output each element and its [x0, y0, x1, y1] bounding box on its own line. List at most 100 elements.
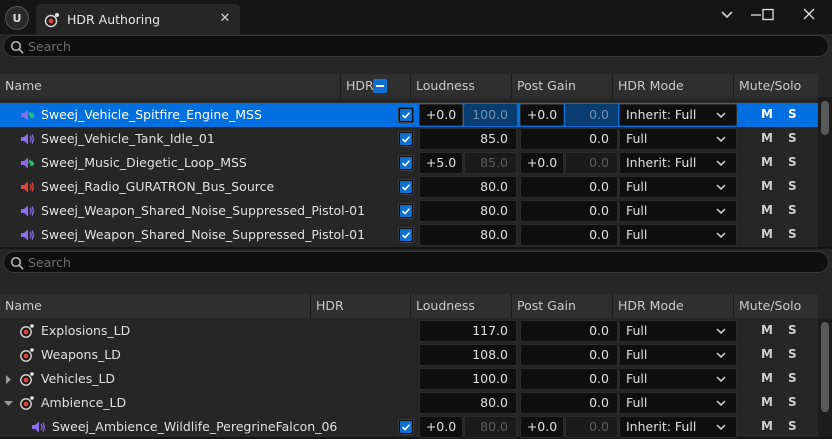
- hdr-mode-dropdown[interactable]: Inherit: Full: [619, 152, 737, 174]
- table-row[interactable]: Sweej_Ambience_Wildlife_PeregrineFalcon_…: [0, 415, 818, 439]
- loudness-field[interactable]: 80.0: [464, 416, 517, 438]
- post-gain-field[interactable]: 0.0: [520, 224, 618, 246]
- column-hdr-mode[interactable]: HDR Mode: [612, 74, 733, 98]
- table-row[interactable]: Sweej_Weapon_Shared_Noise_Suppressed_Pis…: [0, 223, 818, 247]
- bottom-scrollbar-thumb[interactable]: [821, 322, 829, 412]
- solo-button[interactable]: S: [788, 371, 797, 385]
- top-scrollbar[interactable]: [818, 97, 832, 247]
- table-row[interactable]: Sweej_Vehicle_Tank_Idle_01 85.0 0.0 Full M S: [0, 127, 818, 151]
- maximize-icon[interactable]: [755, 5, 781, 25]
- mute-button[interactable]: M: [761, 155, 773, 169]
- tab-dropdown-icon[interactable]: [720, 7, 734, 21]
- hdr-mode-dropdown[interactable]: Inherit: Full: [619, 416, 737, 438]
- post-gain-field[interactable]: 0.0: [520, 368, 618, 390]
- table-row[interactable]: Sweej_Music_Diegetic_Loop_MSS +5.0 85.0 +0.…: [0, 151, 818, 175]
- solo-button[interactable]: S: [788, 395, 797, 409]
- hdr-checkbox[interactable]: [398, 419, 414, 435]
- close-icon[interactable]: [796, 5, 822, 25]
- loudness-field[interactable]: 100.0: [464, 104, 517, 126]
- post-gain-offset-field[interactable]: +0.0: [520, 104, 564, 126]
- column-mute-solo[interactable]: Mute/Solo: [733, 294, 818, 318]
- mute-button[interactable]: M: [761, 131, 773, 145]
- mute-button[interactable]: M: [761, 203, 773, 217]
- loudness-offset-field[interactable]: +0.0: [419, 104, 463, 126]
- hdr-mode-dropdown[interactable]: Full: [619, 344, 737, 366]
- mute-button[interactable]: M: [761, 419, 773, 433]
- loudness-field[interactable]: 108.0: [419, 344, 517, 366]
- column-hdr-mode[interactable]: HDR Mode: [612, 294, 733, 318]
- solo-button[interactable]: S: [788, 203, 797, 217]
- table-row[interactable]: Sweej_Radio_GURATRON_Bus_Source 80.0 0.0 Fu…: [0, 175, 818, 199]
- table-row[interactable]: Explosions_LD 117.0 0.0 Full M S: [0, 319, 818, 343]
- table-row[interactable]: Sweej_Weapon_Shared_Noise_Suppressed_Pis…: [0, 199, 818, 223]
- hdr-mode-dropdown[interactable]: Full: [619, 368, 737, 390]
- loudness-field[interactable]: 100.0: [419, 368, 517, 390]
- solo-button[interactable]: S: [788, 419, 797, 433]
- table-row[interactable]: Weapons_LD 108.0 0.0 Full M S: [0, 343, 818, 367]
- post-gain-field[interactable]: 0.0: [520, 200, 618, 222]
- collapse-arrow-icon[interactable]: [4, 399, 13, 408]
- hdr-checkbox[interactable]: [398, 107, 414, 123]
- loudness-offset-field[interactable]: +5.0: [419, 152, 463, 174]
- loudness-field[interactable]: 80.0: [419, 224, 517, 246]
- column-name[interactable]: Name: [0, 74, 340, 98]
- loudness-field[interactable]: 85.0: [419, 128, 517, 150]
- search-input[interactable]: [28, 38, 808, 54]
- column-post-gain[interactable]: Post Gain: [511, 74, 612, 98]
- post-gain-field[interactable]: 0.0: [520, 128, 618, 150]
- hdr-checkbox[interactable]: [398, 131, 414, 147]
- post-gain-offset-field[interactable]: +0.0: [520, 416, 564, 438]
- loudness-offset-field[interactable]: +0.0: [419, 416, 463, 438]
- post-gain-field[interactable]: 0.0: [565, 416, 618, 438]
- hdr-mode-dropdown[interactable]: Inherit: Full: [619, 104, 737, 126]
- hdr-mode-dropdown[interactable]: Full: [619, 176, 737, 198]
- hdr-mode-dropdown[interactable]: Full: [619, 320, 737, 342]
- post-gain-field[interactable]: 0.0: [565, 104, 618, 126]
- loudness-field[interactable]: 80.0: [419, 200, 517, 222]
- table-row[interactable]: Ambience_LD 80.0 0.0 Full M S: [0, 391, 818, 415]
- post-gain-offset-field[interactable]: +0.0: [520, 152, 564, 174]
- top-search-bar[interactable]: [3, 35, 829, 57]
- mute-button[interactable]: M: [761, 371, 773, 385]
- column-loudness[interactable]: Loudness: [410, 294, 511, 318]
- mute-button[interactable]: M: [761, 227, 773, 241]
- mute-button[interactable]: M: [761, 107, 773, 121]
- solo-button[interactable]: S: [788, 227, 797, 241]
- solo-button[interactable]: S: [788, 131, 797, 145]
- post-gain-field[interactable]: 0.0: [565, 152, 618, 174]
- hdr-checkbox[interactable]: [398, 227, 414, 243]
- hdr-checkbox[interactable]: [398, 155, 414, 171]
- solo-button[interactable]: S: [788, 323, 797, 337]
- post-gain-field[interactable]: 0.0: [520, 344, 618, 366]
- solo-button[interactable]: S: [788, 347, 797, 361]
- unreal-logo-icon[interactable]: U: [5, 6, 29, 30]
- column-post-gain[interactable]: Post Gain: [511, 294, 612, 318]
- hdr-checkbox[interactable]: [398, 203, 414, 219]
- hdr-checkbox[interactable]: [398, 179, 414, 195]
- mute-button[interactable]: M: [761, 395, 773, 409]
- loudness-field[interactable]: 117.0: [419, 320, 517, 342]
- loudness-field[interactable]: 85.0: [464, 152, 517, 174]
- solo-button[interactable]: S: [788, 155, 797, 169]
- bottom-scrollbar[interactable]: [818, 318, 832, 437]
- bottom-search-bar[interactable]: [3, 251, 829, 273]
- hdr-mode-dropdown[interactable]: Full: [619, 128, 737, 150]
- mute-button[interactable]: M: [761, 179, 773, 193]
- column-mute-solo[interactable]: Mute/Solo: [733, 74, 818, 98]
- post-gain-field[interactable]: 0.0: [520, 176, 618, 198]
- hdr-mode-dropdown[interactable]: Full: [619, 392, 737, 414]
- mute-button[interactable]: M: [761, 323, 773, 337]
- hdr-mode-dropdown[interactable]: Full: [619, 224, 737, 246]
- column-loudness[interactable]: Loudness: [410, 74, 511, 98]
- search-input[interactable]: [28, 254, 808, 270]
- tab-hdr-authoring[interactable]: HDR Authoring ✕: [36, 4, 240, 36]
- loudness-field[interactable]: 80.0: [419, 392, 517, 414]
- column-name[interactable]: Name: [0, 294, 310, 318]
- column-hdr[interactable]: HDR: [310, 294, 410, 318]
- table-row[interactable]: Sweej_Vehicle_Spitfire_Engine_MSS +0.0 100…: [0, 103, 818, 127]
- hdr-toggle-all-checkbox[interactable]: [373, 79, 387, 93]
- expand-arrow-icon[interactable]: [4, 375, 13, 384]
- table-row[interactable]: Vehicles_LD 100.0 0.0 Full M S: [0, 367, 818, 391]
- post-gain-field[interactable]: 0.0: [520, 392, 618, 414]
- tab-close-icon[interactable]: ✕: [216, 10, 234, 28]
